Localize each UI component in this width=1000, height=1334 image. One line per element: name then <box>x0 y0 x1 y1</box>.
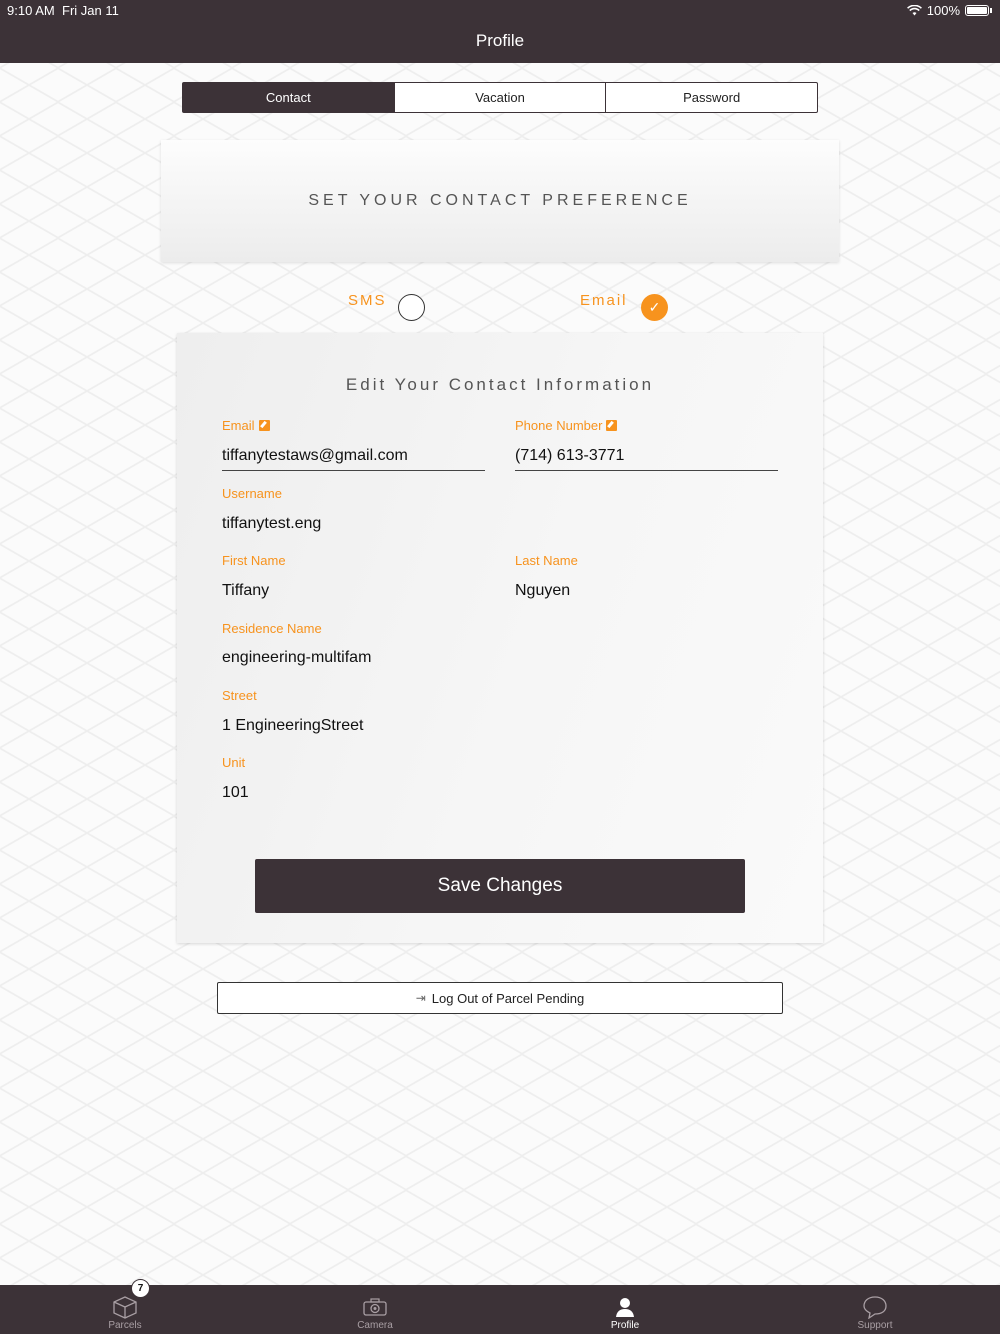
tab-parcels[interactable]: Parcels <box>0 1285 250 1334</box>
card-title: Edit Your Contact Information <box>345 375 655 394</box>
status-time: 9:10 AM <box>7 3 55 18</box>
battery-icon <box>965 5 989 16</box>
email-label-text: Email <box>222 418 255 433</box>
parcels-count-badge: 7 <box>131 1279 150 1298</box>
residence-value: engineering-multifam <box>222 649 372 666</box>
edit-icon <box>606 420 618 431</box>
email-radio[interactable]: ✓ <box>641 294 668 321</box>
status-indicators: 100% <box>906 3 992 18</box>
battery-percent: 100% <box>926 3 960 18</box>
tab-support[interactable]: Support <box>750 1285 1000 1334</box>
unit-value: 101 <box>222 784 249 801</box>
street-value: 1 EngineeringStreet <box>222 717 364 734</box>
battery-tip <box>990 8 992 13</box>
last-name-label: Last Name <box>515 553 578 568</box>
tab-password[interactable]: Password <box>605 83 817 112</box>
tab-contact[interactable]: Contact <box>183 83 394 112</box>
tab-vacation[interactable]: Vacation <box>393 83 606 112</box>
top-bar: 9:10 AM Fri Jan 11 100% Profile <box>0 0 1000 63</box>
unit-label: Unit <box>222 755 246 770</box>
contact-info-card: Edit Your Contact Information Email Phon… <box>177 333 823 943</box>
phone-label: Phone Number <box>515 418 618 433</box>
sms-radio[interactable] <box>398 294 425 321</box>
email-option-label: Email <box>580 292 628 309</box>
checkmark-icon: ✓ <box>648 299 661 315</box>
chat-bubble-icon <box>862 1294 888 1320</box>
phone-field[interactable] <box>515 441 778 471</box>
person-icon <box>615 1294 635 1320</box>
last-name-value: Nguyen <box>515 582 571 599</box>
status-date: Fri Jan 11 <box>62 3 119 18</box>
username-value: tiffanytest.eng <box>222 515 322 532</box>
tab-profile-label: Profile <box>610 1320 640 1331</box>
logout-label: Log Out of Parcel Pending <box>431 990 585 1006</box>
email-label: Email <box>222 418 270 433</box>
logout-icon: ⇥ <box>415 991 426 1005</box>
contact-preference-header: SET YOUR CONTACT PREFERENCE <box>161 140 839 262</box>
bottom-tab-bar: Parcels Camera Profile Support <box>0 1285 1000 1334</box>
box-icon <box>112 1294 138 1320</box>
street-label: Street <box>222 688 257 703</box>
first-name-label: First Name <box>222 553 286 568</box>
tab-camera-label: Camera <box>357 1320 393 1331</box>
tab-profile[interactable]: Profile <box>500 1285 750 1334</box>
email-field[interactable] <box>222 441 485 471</box>
tab-support-label: Support <box>857 1320 893 1331</box>
first-name-value: Tiffany <box>222 582 270 599</box>
username-label: Username <box>222 486 282 501</box>
tab-camera[interactable]: Camera <box>250 1285 500 1334</box>
tab-parcels-label: Parcels <box>108 1320 142 1331</box>
edit-icon <box>258 420 270 431</box>
camera-icon <box>363 1294 387 1320</box>
logout-button[interactable]: ⇥ Log Out of Parcel Pending <box>217 982 783 1014</box>
contact-preference-title: SET YOUR CONTACT PREFERENCE <box>308 192 692 209</box>
phone-label-text: Phone Number <box>515 418 603 433</box>
page-title: Profile <box>475 31 525 50</box>
save-changes-button[interactable]: Save Changes <box>255 859 745 913</box>
wifi-icon <box>906 5 922 16</box>
sms-option-label: SMS <box>348 292 387 309</box>
residence-label: Residence Name <box>222 621 322 636</box>
profile-tabs: Contact Vacation Password <box>182 82 818 113</box>
